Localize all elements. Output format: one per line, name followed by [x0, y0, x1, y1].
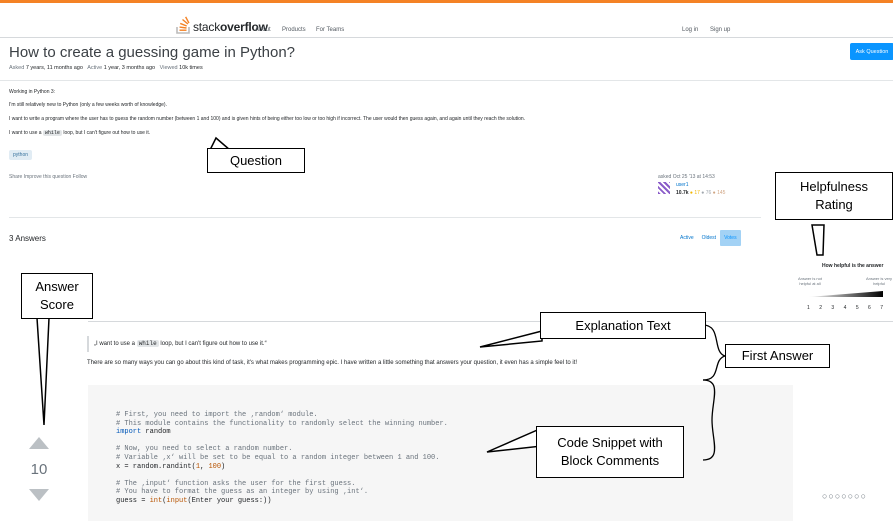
login-link[interactable]: Log in: [682, 27, 698, 33]
pagination-dots[interactable]: ○○○○○○○: [822, 491, 867, 501]
rating-option-7[interactable]: 7: [880, 305, 883, 311]
answers-count: 3 Answers: [9, 234, 46, 243]
code-content: # First, you need to import the ‚random‘…: [116, 411, 448, 506]
answer-code-block[interactable]: # First, you need to import the ‚random‘…: [88, 385, 793, 521]
rating-scale-numbers: 1 2 3 4 5 6 7: [807, 305, 883, 311]
divider: [0, 80, 893, 81]
helpfulness-callout-pointer: [811, 224, 825, 256]
question-body-line-4: I want to use a while loop, but I can't …: [9, 130, 151, 136]
top-bar: stackoverflow About Products For Teams L…: [0, 0, 893, 38]
question-title[interactable]: How to create a guessing game in Python?: [9, 44, 295, 61]
question-actions[interactable]: Share Improve this question Follow: [9, 174, 87, 180]
answer-score: 10: [30, 461, 48, 478]
avatar[interactable]: [658, 182, 670, 194]
downvote-arrow-icon[interactable]: [29, 489, 49, 501]
question-meta: Asked 7 years, 11 months ago Active 1 ye…: [9, 65, 203, 71]
question-body-line-2: I'm still relatively new to Python (only…: [9, 102, 167, 108]
answer-score-callout: Answer Score: [21, 273, 93, 319]
code-line: # Variable ‚x‘ will be set to be equal t…: [116, 453, 440, 462]
nav-for-teams[interactable]: For Teams: [316, 27, 344, 33]
ask-question-button[interactable]: Ask Question: [850, 43, 893, 60]
code-line: import random: [116, 428, 171, 437]
code-line: # First, you need to import the ‚random‘…: [116, 411, 318, 419]
question-body-line-3: I want to write a program where the user…: [9, 116, 526, 122]
question-callout: Question: [207, 148, 305, 173]
bronze-badge-count: ● 145: [712, 190, 726, 196]
rating-option-4[interactable]: 4: [844, 305, 847, 311]
code-line: # You have to format the guess as an int…: [116, 488, 369, 497]
score-callout-pointer: [36, 317, 50, 426]
stack-logo-icon: [176, 16, 190, 34]
rating-option-5[interactable]: 5: [856, 305, 859, 311]
rating-low-label: Answer is not helpful at all: [797, 276, 822, 286]
tag-python[interactable]: python: [9, 150, 33, 160]
answer-blockquote: „I want to use a while loop, but I can't…: [87, 336, 267, 352]
question-owner-card: asked Oct 25 '13 at 14:53 user1 10.7k ● …: [658, 174, 758, 196]
silver-badge-count: ● 76: [701, 190, 712, 196]
user-name-link[interactable]: user1: [676, 182, 689, 188]
stackoverflow-logo[interactable]: stackoverflow: [176, 16, 268, 34]
rating-scale-wedge[interactable]: [808, 291, 883, 297]
code-line: x = random.randint(1, 100): [116, 462, 226, 471]
rating-option-2[interactable]: 2: [819, 305, 822, 311]
nav-about[interactable]: About: [255, 27, 271, 33]
code-line: # This module contains the functionality…: [116, 419, 448, 428]
rating-option-6[interactable]: 6: [868, 305, 871, 311]
sort-votes-tab[interactable]: Votes: [720, 230, 741, 246]
answer-sort-tabs: Active Oldest Votes: [676, 230, 741, 246]
first-answer-bracket-top: [702, 324, 728, 381]
code-line: guess = int(input(Enter your guess:)): [116, 496, 272, 505]
helpfulness-callout: Helpfulness Rating: [775, 172, 893, 220]
code-line: # Now, you need to select a random numbe…: [116, 445, 293, 454]
answer-divider: [88, 321, 893, 322]
gold-badge-count: ● 17: [689, 190, 700, 196]
rating-high-label: Answer is very helpful: [866, 276, 893, 286]
rating-option-1[interactable]: 1: [807, 305, 810, 311]
code-snippet-callout: Code Snippet with Block Comments: [536, 426, 684, 478]
rating-title: How helpful is the answer: [822, 263, 884, 269]
inline-code: while: [136, 340, 159, 347]
rating-option-3[interactable]: 3: [831, 305, 834, 311]
explanation-callout-pointer: [479, 330, 543, 348]
code-line: # The ‚input‘ function asks the user for…: [116, 479, 356, 488]
signup-link[interactable]: Sign up: [710, 27, 730, 33]
nav-products[interactable]: Products: [282, 27, 306, 33]
divider: [9, 217, 761, 218]
upvote-arrow-icon[interactable]: [29, 437, 49, 449]
first-answer-callout: First Answer: [725, 344, 830, 368]
asked-date: asked Oct 25 '13 at 14:53: [658, 174, 715, 180]
sort-oldest-tab[interactable]: Oldest: [698, 230, 720, 246]
explanation-callout: Explanation Text: [540, 312, 706, 339]
vote-column: 10: [29, 437, 49, 501]
answer-explanation-text: There are so many ways you can go about …: [87, 360, 578, 366]
user-reputation: 10.7k ● 17 ● 76 ● 145: [676, 190, 726, 196]
inline-code: while: [42, 130, 62, 136]
sort-active-tab[interactable]: Active: [676, 230, 698, 246]
question-body-line-1: Working in Python 3:: [9, 89, 56, 95]
